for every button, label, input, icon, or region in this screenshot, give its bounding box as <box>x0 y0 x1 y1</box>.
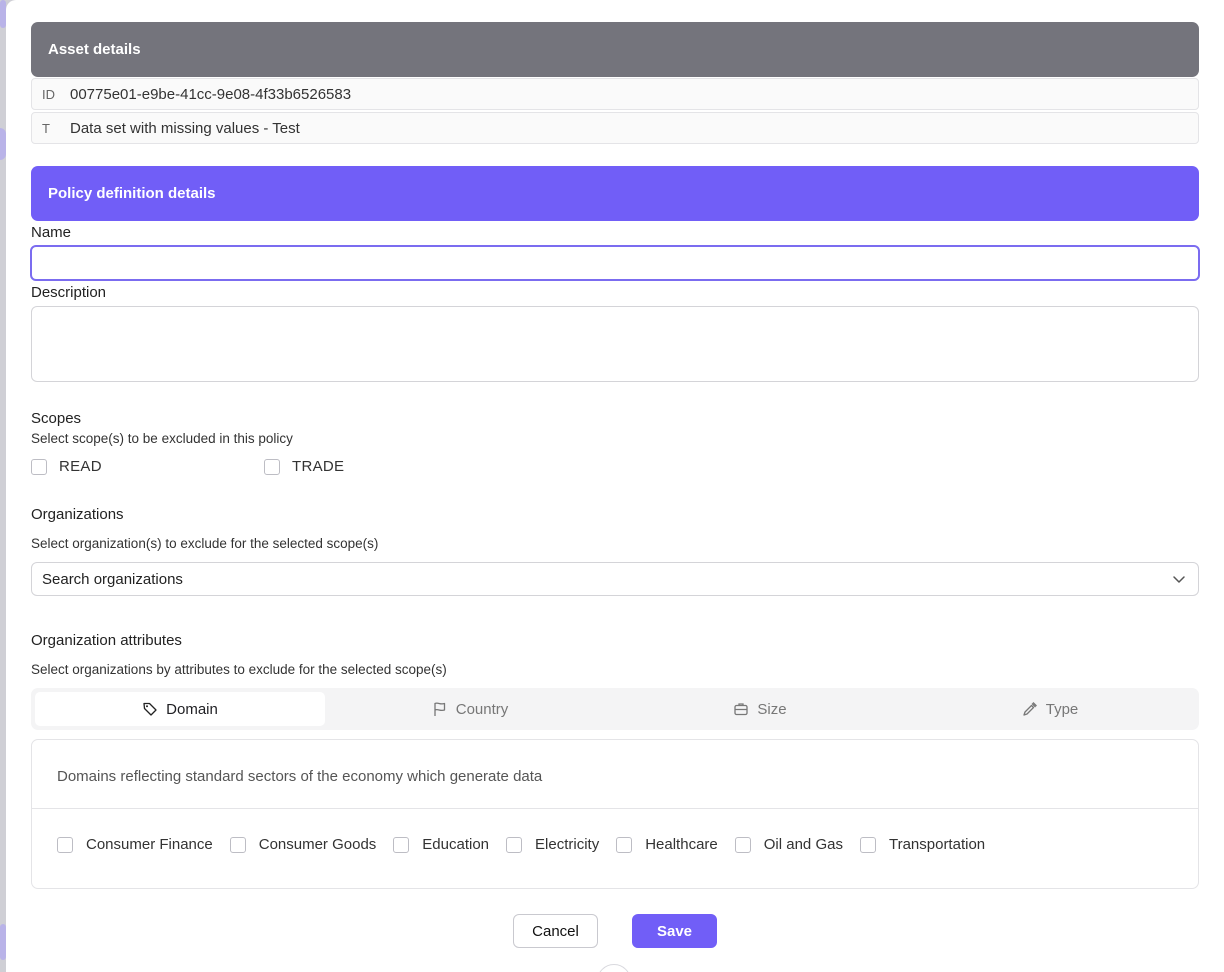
policy-details-header: Policy definition details <box>31 166 1199 221</box>
scope-read-checkbox[interactable] <box>31 458 47 475</box>
flag-icon <box>434 702 445 716</box>
domain-checkbox[interactable] <box>616 836 633 853</box>
chevron-down-icon <box>1173 576 1185 583</box>
description-input[interactable] <box>31 306 1199 382</box>
briefcase-icon <box>734 703 749 716</box>
domain-option-oil-and-gas[interactable]: Oil and Gas <box>734 836 843 853</box>
tab-country-label: Country <box>455 700 509 718</box>
asset-id-value: 00775e01-e9be-41cc-9e08-4f33b6526583 <box>70 85 352 103</box>
scope-trade-checkbox[interactable] <box>264 458 280 475</box>
domain-option-consumer-goods[interactable]: Consumer Goods <box>229 836 377 853</box>
asset-id-tag: ID <box>42 86 55 102</box>
tag-icon <box>143 702 157 716</box>
attributes-hint: Select organizations by attributes to ex… <box>31 662 447 677</box>
scope-option-trade[interactable]: TRADE <box>264 458 344 475</box>
asset-details-header: Asset details <box>31 22 1199 77</box>
domain-description: Domains reflecting standard sectors of t… <box>57 768 543 785</box>
description-label: Description <box>31 284 107 301</box>
domain-checkbox[interactable] <box>393 836 410 853</box>
scope-read-label: READ <box>59 458 102 475</box>
cancel-button[interactable]: Cancel <box>513 914 598 948</box>
asset-title-value: Data set with missing values - Test <box>70 119 300 137</box>
domain-option-electricity[interactable]: Electricity <box>506 836 599 853</box>
scopes-hint: Select scope(s) to be excluded in this p… <box>31 431 293 446</box>
domain-option-consumer-finance[interactable]: Consumer Finance <box>57 836 213 853</box>
name-label: Name <box>31 224 72 241</box>
tab-type[interactable]: Type <box>905 692 1195 726</box>
asset-title-tag: T <box>42 120 50 136</box>
attribute-tabs: Domain Country Size Type <box>31 688 1199 730</box>
tab-domain-label: Domain <box>166 700 218 718</box>
name-input[interactable] <box>30 245 1200 281</box>
domain-option-education[interactable]: Education <box>393 836 489 853</box>
pipette-icon <box>1023 702 1037 716</box>
tab-type-label: Type <box>1045 700 1079 718</box>
organizations-hint: Select organization(s) to exclude for th… <box>31 536 379 551</box>
domain-option-transportation[interactable]: Transportation <box>859 836 986 853</box>
scroll-handle[interactable] <box>597 964 631 972</box>
domain-checkbox[interactable] <box>506 836 523 853</box>
domain-label: Oil and Gas <box>763 836 843 853</box>
domain-option-healthcare[interactable]: Healthcare <box>616 836 718 853</box>
asset-details-title: Asset details <box>48 41 141 58</box>
domain-checkbox[interactable] <box>229 836 246 853</box>
domain-checkbox[interactable] <box>859 836 876 853</box>
attributes-title: Organization attributes <box>31 632 182 649</box>
domain-list: Consumer Finance Consumer Goods Educatio… <box>57 836 1002 853</box>
domain-checkbox[interactable] <box>734 836 751 853</box>
tab-size[interactable]: Size <box>615 692 905 726</box>
domain-checkbox[interactable] <box>57 836 73 853</box>
domain-panel: Domains reflecting standard sectors of t… <box>31 739 1199 889</box>
asset-id-row: ID 00775e01-e9be-41cc-9e08-4f33b6526583 <box>31 78 1199 110</box>
tab-size-label: Size <box>757 700 787 718</box>
scope-trade-label: TRADE <box>292 458 345 475</box>
domain-divider <box>32 808 1198 809</box>
organizations-select[interactable]: Search organizations <box>31 562 1199 596</box>
domain-label: Education <box>422 836 490 853</box>
scopes-title: Scopes <box>31 410 82 427</box>
organizations-title: Organizations <box>31 506 124 523</box>
policy-modal: Asset details ID 00775e01-e9be-41cc-9e08… <box>6 0 1224 972</box>
save-button[interactable]: Save <box>632 914 717 948</box>
scope-option-read[interactable]: READ <box>31 458 102 475</box>
domain-label: Healthcare <box>645 836 718 853</box>
domain-label: Transportation <box>888 836 986 853</box>
policy-details-title: Policy definition details <box>48 185 216 202</box>
domain-label: Electricity <box>535 836 600 853</box>
tab-domain[interactable]: Domain <box>35 692 325 726</box>
domain-label: Consumer Finance <box>86 836 213 853</box>
asset-title-row: T Data set with missing values - Test <box>31 112 1199 144</box>
organizations-select-value: Search organizations <box>42 570 183 588</box>
tab-country[interactable]: Country <box>325 692 615 726</box>
domain-label: Consumer Goods <box>258 836 377 853</box>
